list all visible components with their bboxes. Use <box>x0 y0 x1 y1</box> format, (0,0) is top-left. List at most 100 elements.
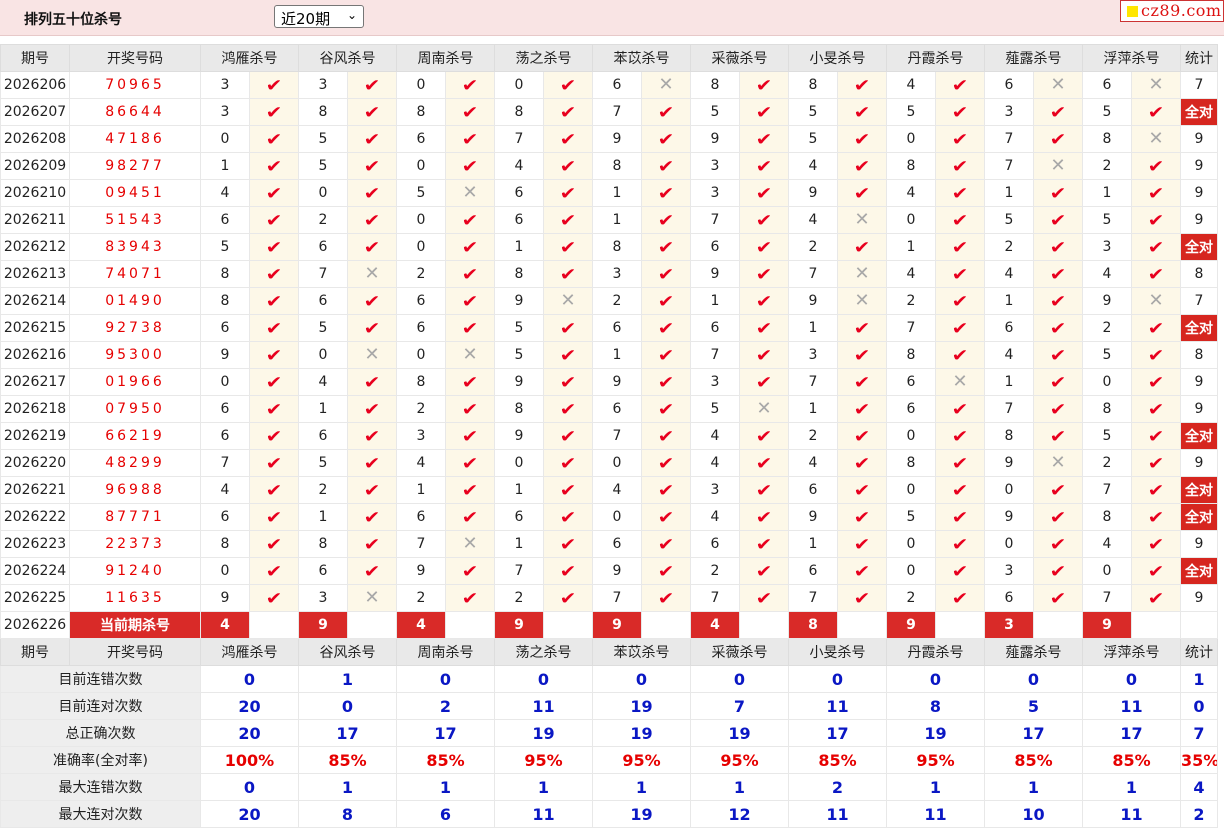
kill-number-cell: 1 <box>592 341 642 369</box>
cross-icon: ✕ <box>560 290 576 311</box>
result-cell: ✔ <box>249 449 299 477</box>
period-range-select[interactable]: 近20期 ⌄ <box>274 5 364 28</box>
check-icon: ✔ <box>461 560 479 581</box>
summary-row: 总正确次数 20 17 17 19 19 19 17 19 17 17 7 <box>0 719 1218 747</box>
kill-number-cell: 5 <box>298 125 348 153</box>
stat-cell: 全对 <box>1180 422 1218 450</box>
site-logo[interactable]: cz89.com <box>1120 0 1224 22</box>
summary-value: 17 <box>984 719 1083 747</box>
cross-icon: ✕ <box>364 344 380 365</box>
summary-value: 85% <box>1082 746 1181 774</box>
kill-number-cell: 0 <box>396 152 446 180</box>
check-icon: ✔ <box>657 155 675 176</box>
check-icon: ✔ <box>951 290 969 311</box>
summary-value: 19 <box>886 719 985 747</box>
current-period-cell: 2026226 <box>0 611 70 639</box>
check-icon: ✔ <box>1049 506 1067 527</box>
kill-number-cell: 5 <box>1082 341 1132 369</box>
check-icon: ✔ <box>265 74 283 95</box>
logo-text: cz89.com <box>1141 1 1222 20</box>
summary-value: 1 <box>494 773 593 801</box>
result-cell: ✔ <box>837 422 887 450</box>
check-icon: ✔ <box>1049 344 1067 365</box>
result-cell: ✕ <box>837 260 887 288</box>
check-icon: ✔ <box>363 236 381 257</box>
summary-value: 11 <box>1082 800 1181 828</box>
check-icon: ✔ <box>1049 479 1067 500</box>
check-icon: ✔ <box>559 506 577 527</box>
stat-cell: 全对 <box>1180 503 1218 531</box>
col-header-expert: 荡之杀号 <box>494 44 593 72</box>
kill-number-cell: 4 <box>1082 530 1132 558</box>
col-header-period: 期号 <box>0 638 70 666</box>
result-cell: ✔ <box>837 179 887 207</box>
summary-value: 2 <box>788 773 887 801</box>
summary-value: 1 <box>984 773 1083 801</box>
kill-number-cell: 6 <box>592 530 642 558</box>
check-icon: ✔ <box>1147 479 1165 500</box>
kill-number-cell: 2 <box>788 233 838 261</box>
check-icon: ✔ <box>1147 533 1165 554</box>
draw-number-cell: 98277 <box>69 152 201 180</box>
check-icon: ✔ <box>461 398 479 419</box>
result-cell: ✔ <box>347 476 397 504</box>
result-cell: ✕ <box>347 260 397 288</box>
kill-number-cell: 7 <box>984 125 1034 153</box>
table-row: 2026206 70965 3 ✔ 3 ✔ 0 ✔ 0 ✔ 6 ✕ 8 ✔ 8 ✔ 4 ✔ 6 ✕ 6 ✕ 7 <box>0 71 1218 99</box>
result-cell: ✔ <box>641 503 691 531</box>
summary-value: 0 <box>200 665 299 693</box>
check-icon: ✔ <box>853 533 871 554</box>
draw-number-cell: 83943 <box>69 233 201 261</box>
kill-number-cell: 7 <box>886 314 936 342</box>
summary-value: 11 <box>494 800 593 828</box>
draw-number-cell: 91240 <box>69 557 201 585</box>
result-cell: ✔ <box>1033 206 1083 234</box>
draw-number-cell: 86644 <box>69 98 201 126</box>
cross-icon: ✕ <box>1148 128 1164 149</box>
kill-number-cell: 6 <box>396 314 446 342</box>
cross-icon: ✕ <box>1050 155 1066 176</box>
result-cell: ✔ <box>641 341 691 369</box>
period-cell: 2026211 <box>0 206 70 234</box>
check-icon: ✔ <box>559 317 577 338</box>
kill-number-cell: 0 <box>396 206 446 234</box>
period-cell: 2026212 <box>0 233 70 261</box>
cross-icon: ✕ <box>1050 74 1066 95</box>
summary-value: 20 <box>200 692 299 720</box>
check-icon: ✔ <box>363 506 381 527</box>
current-stat-empty <box>1180 611 1218 639</box>
result-cell: ✔ <box>445 233 495 261</box>
kill-number-cell: 9 <box>788 287 838 315</box>
table-header-row: 期号 开奖号码 鸿雁杀号 谷风杀号 周南杀号 荡之杀号 苯苡杀号 采薇杀号 小旻杀号 丹霞杀号 薤露… <box>0 638 1218 666</box>
check-icon: ✔ <box>461 425 479 446</box>
summary-value: 0 <box>886 665 985 693</box>
current-kill-number: 9 <box>494 611 544 639</box>
check-icon: ✔ <box>559 425 577 446</box>
summary-label: 最大连对次数 <box>0 800 201 828</box>
summary-label: 目前连对次数 <box>0 692 201 720</box>
check-icon: ✔ <box>853 317 871 338</box>
result-cell: ✔ <box>641 584 691 612</box>
kill-number-cell: 6 <box>690 233 740 261</box>
kill-number-cell: 9 <box>494 422 544 450</box>
cross-icon: ✕ <box>658 74 674 95</box>
check-icon: ✔ <box>363 371 381 392</box>
col-header-draw: 开奖号码 <box>69 638 201 666</box>
result-cell: ✔ <box>1033 125 1083 153</box>
stat-cell: 8 <box>1180 341 1218 369</box>
kill-number-cell: 5 <box>298 314 348 342</box>
kill-number-cell: 6 <box>298 422 348 450</box>
kill-number-cell: 9 <box>200 341 250 369</box>
kill-number-cell: 8 <box>886 341 936 369</box>
kill-number-cell: 1 <box>592 179 642 207</box>
draw-number-cell: 92738 <box>69 314 201 342</box>
col-header-period: 期号 <box>0 44 70 72</box>
result-cell: ✔ <box>445 503 495 531</box>
check-icon: ✔ <box>853 74 871 95</box>
current-kill-empty <box>1131 611 1181 639</box>
check-icon: ✔ <box>853 425 871 446</box>
result-cell: ✔ <box>935 530 985 558</box>
kill-number-cell: 5 <box>200 233 250 261</box>
check-icon: ✔ <box>265 290 283 311</box>
check-icon: ✔ <box>559 74 577 95</box>
